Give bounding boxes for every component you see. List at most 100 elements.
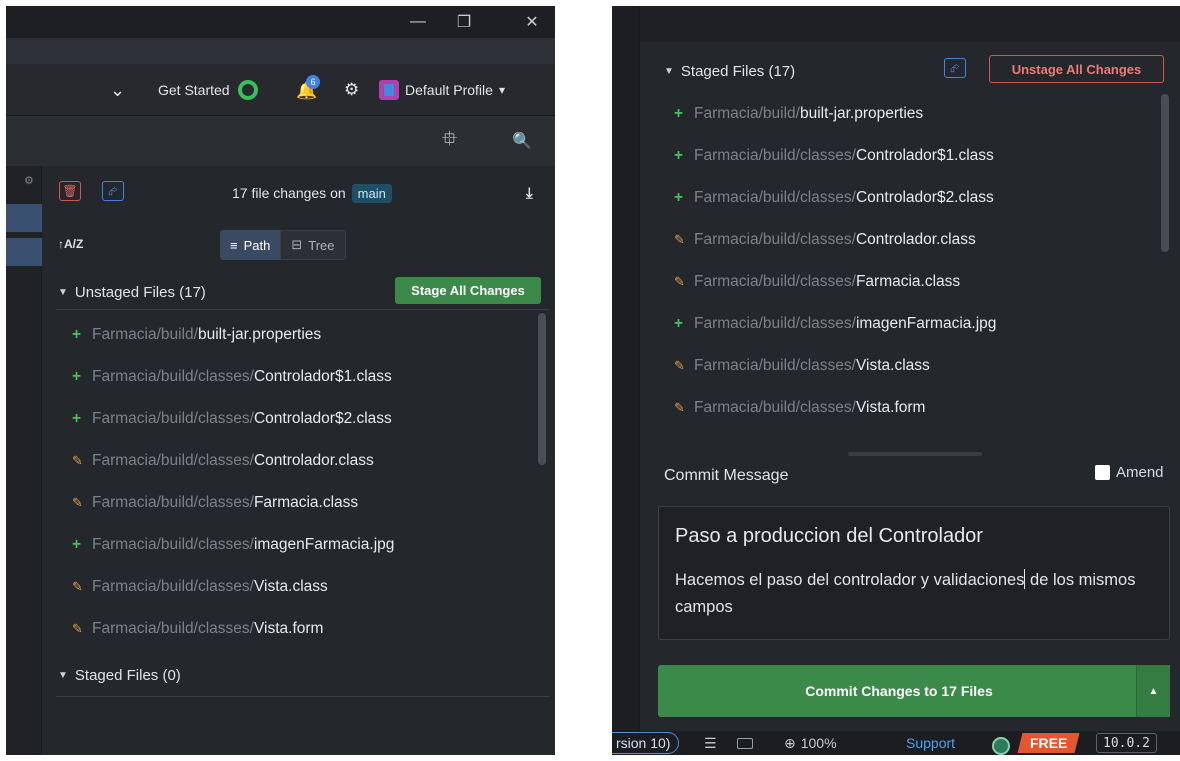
modified-icon: ✎: [72, 495, 83, 510]
rail-selected-item[interactable]: [6, 238, 42, 266]
path-view-button[interactable]: ≡ Path: [220, 230, 281, 260]
tree-icon: ⊟: [291, 237, 303, 252]
modified-icon: ✎: [674, 232, 685, 247]
divider: [56, 309, 549, 310]
progress-ring-icon: [237, 80, 258, 100]
scrollbar-thumb[interactable]: [1161, 94, 1169, 252]
caret-down-icon: ▼: [58, 286, 68, 298]
file-name: Vista.form: [253, 620, 324, 637]
keyboard-icon[interactable]: [737, 731, 753, 755]
stage-all-button[interactable]: Stage All Changes: [395, 277, 541, 304]
download-icon[interactable]: ⤓: [526, 182, 533, 204]
file-directory: Farmacia/build/classes/: [694, 147, 856, 164]
modified-icon: ✎: [674, 274, 685, 289]
profile-menu[interactable]: Default Profile ▾: [379, 78, 505, 102]
commit-options-arrow[interactable]: ▲: [1136, 665, 1170, 717]
branch-tag[interactable]: main: [351, 183, 392, 203]
gear-icon[interactable]: ⚙: [344, 79, 359, 101]
added-icon: +: [72, 368, 82, 385]
rail-selected-item[interactable]: [6, 204, 42, 232]
staged-files-header[interactable]: ▼ Staged Files (17): [664, 59, 795, 83]
commit-button[interactable]: Commit Changes to 17 Files ▲: [658, 665, 1170, 717]
checkbox[interactable]: [1095, 465, 1110, 480]
modified-icon: ✎: [674, 358, 685, 373]
search-icon[interactable]: 🔍: [512, 129, 532, 153]
stash-button[interactable]: ⮳: [944, 58, 966, 78]
zoom-indicator[interactable]: ⊕ 100%: [784, 731, 837, 755]
changes-summary: 17 file changes on main: [232, 181, 392, 205]
staged-files-title: Staged Files (17): [680, 62, 796, 80]
app-version: 10.0.2: [1096, 733, 1157, 753]
list-icon: ≡: [230, 237, 238, 253]
modified-icon: ✎: [674, 400, 685, 415]
file-row[interactable]: + Farmacia/build/classes/Controlador$2.cl…: [72, 398, 538, 440]
unstaged-files-title: Unstaged Files (17): [74, 283, 206, 301]
added-icon: +: [72, 536, 82, 553]
file-row[interactable]: ✎ Farmacia/build/classes/Vista.form: [674, 387, 1154, 429]
unstaged-files-header[interactable]: ▼ Unstaged Files (17): [58, 280, 206, 304]
staged-files-header[interactable]: ▼ Staged Files (0): [58, 663, 181, 687]
resize-handle[interactable]: [848, 452, 982, 456]
file-row[interactable]: + Farmacia/build/classes/Controlador$2.cl…: [674, 177, 1154, 219]
file-row[interactable]: + Farmacia/build/classes/Controlador$1.cl…: [674, 135, 1154, 177]
file-row[interactable]: ✎ Farmacia/build/classes/Farmacia.class: [72, 482, 538, 524]
file-directory: Farmacia/build/classes/: [92, 410, 254, 427]
file-row[interactable]: + Farmacia/build/classes/imagenFarmacia.j…: [674, 303, 1154, 345]
profile-avatar: [379, 80, 399, 100]
title-bar: — ❐ ✕: [6, 6, 555, 38]
file-row[interactable]: ✎ Farmacia/build/classes/Vista.form: [72, 608, 538, 650]
tree-view-label: Tree: [308, 237, 335, 253]
support-link[interactable]: Support: [906, 731, 955, 755]
commit-description-input[interactable]: Hacemos el paso del controlador y valida…: [675, 567, 1165, 621]
tree-view-button[interactable]: ⊟ Tree: [280, 230, 346, 260]
file-row[interactable]: ✎ Farmacia/build/classes/Vista.class: [674, 345, 1154, 387]
zoom-icon: ⊕: [784, 734, 796, 751]
close-button[interactable]: ✕: [509, 6, 555, 38]
file-directory: Farmacia/build/classes/: [92, 368, 254, 385]
bell-icon: 🔔 6: [296, 75, 320, 101]
staged-file-list: + Farmacia/build/built-jar.properties + Far…: [674, 93, 1154, 429]
file-row[interactable]: + Farmacia/build/built-jar.properties: [72, 314, 538, 356]
file-name: built-jar.properties: [799, 105, 924, 122]
description-text: Hacemos el paso del controlador y valida…: [675, 571, 1025, 589]
get-started-button[interactable]: Get Started: [158, 78, 258, 102]
file-name: Controlador$2.class: [253, 410, 392, 427]
commit-button-label[interactable]: Commit Changes to 17 Files: [658, 665, 1140, 717]
tab-strip: [6, 38, 555, 64]
file-row[interactable]: + Farmacia/build/classes/imagenFarmacia.j…: [72, 524, 538, 566]
file-row[interactable]: ✎ Farmacia/build/classes/Vista.class: [72, 566, 538, 608]
file-row[interactable]: ✎ Farmacia/build/classes/Controlador.clas…: [674, 219, 1154, 261]
minimize-button[interactable]: —: [395, 6, 441, 38]
added-icon: +: [674, 189, 684, 206]
left-rail: [612, 6, 640, 755]
adjust-icon[interactable]: ⯐: [442, 128, 457, 154]
caret-down-icon: ▼: [58, 669, 68, 681]
file-directory: Farmacia/build/: [92, 326, 198, 343]
chevron-down-icon[interactable]: ⌄: [110, 76, 125, 104]
notifications-button[interactable]: 🔔 6: [296, 75, 320, 102]
amend-label: Amend: [1116, 464, 1164, 481]
version-status[interactable]: rsion 10): [612, 732, 680, 754]
commit-summary-input[interactable]: Paso a produccion del Controlador: [675, 525, 983, 548]
rail-gear-icon[interactable]: ⚙: [24, 174, 34, 187]
file-row[interactable]: ✎ Farmacia/build/classes/Controlador.clas…: [72, 440, 538, 482]
list-icon[interactable]: ☰: [704, 731, 717, 755]
scrollbar-thumb[interactable]: [538, 313, 546, 465]
file-directory: Farmacia/build/classes/: [92, 452, 254, 469]
file-row[interactable]: ✎ Farmacia/build/classes/Farmacia.class: [674, 261, 1154, 303]
file-name: imagenFarmacia.jpg: [253, 536, 395, 553]
commit-message-box[interactable]: Paso a produccion del Controlador Hacemo…: [658, 506, 1170, 640]
right-panel: ▼ Staged Files (17) ⮳ Unstage All Change…: [612, 6, 1180, 755]
stash-button[interactable]: ⮳: [102, 181, 124, 201]
added-icon: +: [72, 326, 82, 343]
plan-badge[interactable]: FREE: [1017, 733, 1080, 753]
amend-checkbox[interactable]: Amend: [1095, 464, 1164, 481]
restore-button[interactable]: ❐: [441, 6, 487, 38]
discard-all-button[interactable]: 🗑: [59, 181, 81, 201]
file-row[interactable]: + Farmacia/build/built-jar.properties: [674, 93, 1154, 135]
file-row[interactable]: + Farmacia/build/classes/Controlador$1.cl…: [72, 356, 538, 398]
notification-count-badge: 6: [306, 75, 320, 89]
file-directory: Farmacia/build/classes/: [694, 273, 856, 290]
unstage-all-button[interactable]: Unstage All Changes: [989, 55, 1164, 83]
sort-az-icon[interactable]: ↑A/Z: [58, 232, 83, 256]
